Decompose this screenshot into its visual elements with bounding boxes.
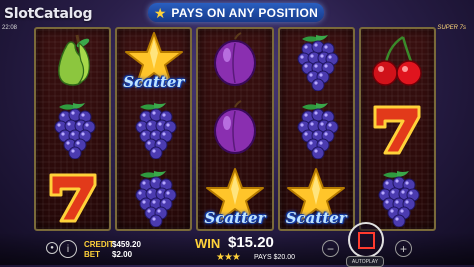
reel: Scatter (196, 27, 274, 231)
grapes-symbol (36, 97, 109, 165)
grapes-symbol (117, 97, 190, 165)
win-label: WIN (195, 236, 221, 251)
scatter-symbol: Scatter (280, 165, 353, 229)
top-bar: SlotCatalog ★ PAYS ON ANY POSITION (0, 0, 474, 24)
reel: Scatter (115, 27, 193, 231)
win-stars-icon: ★★★ (216, 252, 241, 263)
win-value: $15.20 (228, 234, 274, 251)
pear-symbol (36, 29, 109, 97)
pays-banner: ★ PAYS ON ANY POSITION (148, 3, 324, 22)
cherries-icon (367, 31, 427, 96)
seven-symbol (361, 97, 434, 165)
grapes-symbol (361, 165, 434, 230)
bet-label: BET (84, 250, 100, 259)
scatter-label: Scatter (285, 209, 347, 227)
seven-icon (43, 167, 103, 230)
spin-button[interactable] (348, 222, 384, 258)
bet-minus-button[interactable]: − (322, 240, 339, 257)
pays-text: PAYS $20.00 (254, 254, 295, 261)
game-name: SUPER 7s (437, 25, 466, 31)
grapes-symbol (117, 165, 190, 230)
grapes-icon (124, 99, 184, 164)
reel-grid: Scatter Scatter Scatter (34, 27, 437, 231)
bet-value: $2.00 (112, 250, 133, 259)
plum-symbol (198, 97, 271, 165)
spin-icon (357, 231, 375, 249)
info-icon[interactable]: i (59, 240, 77, 258)
grapes-icon (286, 31, 346, 96)
scatter-symbol: Scatter (198, 165, 271, 229)
autoplay-button[interactable]: AUTOPLAY (346, 256, 384, 267)
credit-label: CREDIT (84, 240, 114, 249)
bet-plus-button[interactable]: + (395, 240, 412, 257)
plum-symbol (198, 29, 271, 97)
pear-icon (43, 31, 103, 96)
scatter-label: Scatter (204, 209, 266, 227)
grapes-symbol (280, 29, 353, 97)
seven-icon (367, 99, 427, 164)
star-icon: ★ (153, 4, 167, 21)
grapes-symbol (280, 97, 353, 165)
watermark-logo: SlotCatalog (4, 6, 93, 22)
scatter-symbol: Scatter (117, 29, 190, 97)
reel (358, 27, 437, 231)
sound-icon[interactable]: ● (46, 242, 58, 254)
reel: Scatter (277, 27, 355, 231)
credit-value: $459.20 (112, 240, 141, 249)
reel (34, 27, 112, 231)
scatter-label: Scatter (123, 73, 185, 91)
banner-text: PAYS ON ANY POSITION (171, 5, 319, 20)
seven-symbol (36, 165, 109, 230)
clock: 22:08 (2, 25, 18, 31)
plum-icon (205, 99, 265, 164)
cherries-symbol (361, 29, 434, 97)
grapes-icon (43, 99, 103, 164)
grapes-icon (124, 167, 184, 230)
plum-icon (205, 31, 265, 96)
grapes-icon (367, 167, 427, 230)
grapes-icon (286, 99, 346, 164)
